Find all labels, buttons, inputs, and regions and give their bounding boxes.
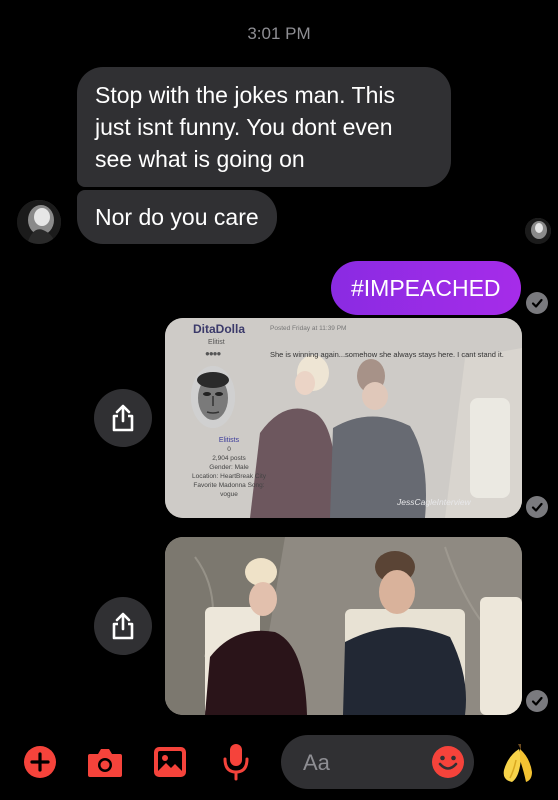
message-composer	[281, 735, 474, 791]
forum-post-overlay: DitaDolla Elitist ●●●● Posted Friday at …	[165, 318, 522, 518]
share-button[interactable]	[94, 389, 152, 447]
shared-photo[interactable]: DitaDolla Elitist ●●●● Posted Friday at …	[165, 318, 522, 518]
incoming-message[interactable]: Nor do you care	[77, 190, 277, 244]
message-input[interactable]	[301, 735, 425, 791]
share-icon	[112, 404, 134, 432]
delivered-check-icon	[526, 496, 548, 518]
compose-toolbar	[0, 733, 558, 793]
forum-rank-dots: ●●●●	[205, 349, 221, 358]
shared-photo[interactable]	[165, 537, 522, 715]
voice-message-button[interactable]	[220, 733, 252, 791]
forum-meta-line: vogue	[220, 491, 238, 498]
camera-button[interactable]	[84, 733, 126, 791]
gallery-button[interactable]	[151, 733, 189, 791]
forum-username: DitaDolla	[193, 322, 246, 336]
forum-meta-line: Favorite Madonna Song:	[193, 482, 265, 489]
forum-meta-line: Gender: Male	[209, 464, 249, 471]
outgoing-message[interactable]: #IMPEACHED	[331, 261, 521, 315]
message-timestamp: 3:01 PM	[247, 24, 311, 43]
forum-post-date: Posted Friday at 11:39 PM	[270, 325, 347, 332]
share-icon	[112, 612, 134, 640]
gallery-icon	[154, 747, 186, 777]
like-emoji-button[interactable]	[496, 733, 540, 791]
banana-emoji-icon	[503, 744, 532, 782]
forum-user-meta: Elitists 0 2,904 posts Gender: Male Loca…	[173, 436, 285, 499]
photo-watermark: JessCagleInterview	[397, 497, 471, 507]
delivered-check-icon	[526, 690, 548, 712]
forum-meta-line: 0	[227, 446, 231, 453]
delivered-check-icon	[526, 292, 548, 314]
forum-meta-line: Location: HeartBreak City	[191, 473, 267, 480]
incoming-message[interactable]: Stop with the jokes man. This just isnt …	[77, 67, 451, 187]
plus-icon	[24, 746, 56, 778]
plus-button[interactable]	[20, 733, 60, 791]
camera-icon	[88, 749, 122, 777]
share-button[interactable]	[94, 597, 152, 655]
emoji-icon	[432, 746, 464, 778]
forum-meta-signature: Elitists	[218, 437, 240, 444]
contact-avatar[interactable]	[17, 200, 61, 244]
read-receipt-avatar	[525, 218, 551, 244]
microphone-icon	[223, 744, 249, 781]
forum-meta-line: 2,904 posts	[212, 455, 246, 462]
forum-rank: Elitist	[208, 339, 225, 346]
forum-avatar	[191, 366, 235, 428]
forum-post-message: She is winning again...somehow she alway…	[270, 350, 504, 359]
emoji-button[interactable]	[431, 745, 465, 779]
